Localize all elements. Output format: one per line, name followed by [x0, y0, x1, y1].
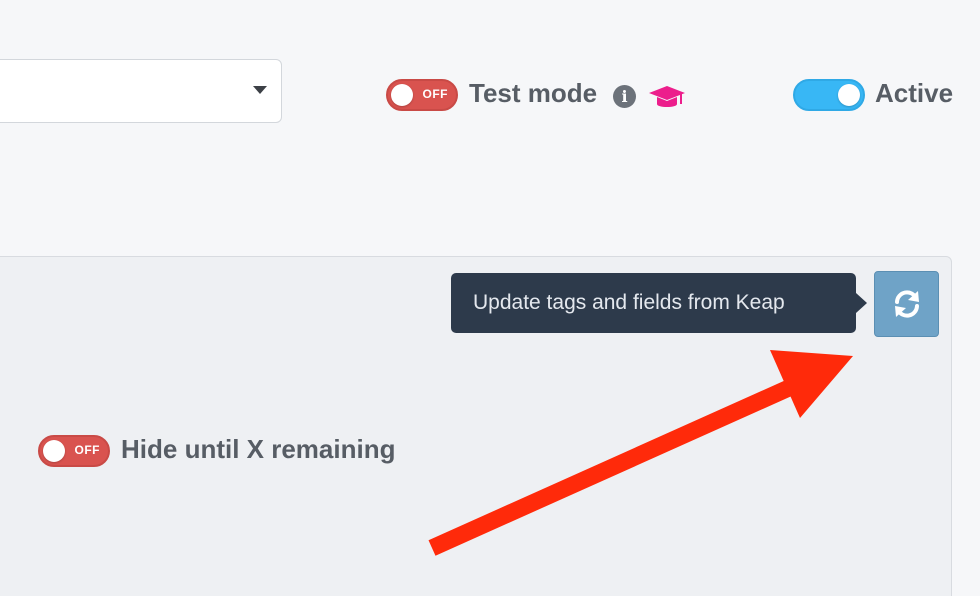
tooltip-arrow — [856, 293, 867, 313]
info-icon[interactable]: i — [613, 85, 636, 108]
test-mode-toggle-text: OFF — [422, 87, 448, 101]
test-mode-toggle[interactable]: OFF — [386, 79, 458, 111]
active-label: Active — [875, 78, 954, 108]
hide-until-label: Hide until X remaining — [121, 434, 396, 464]
hide-until-toggle-text: OFF — [74, 443, 100, 457]
tooltip-text: Update tags and fields from Keap — [473, 291, 785, 314]
page: OFF Test mode i Active Update tags and f… — [0, 0, 980, 596]
select-dropdown[interactable] — [0, 59, 282, 123]
refresh-button[interactable] — [874, 271, 939, 337]
toggle-knob — [838, 84, 860, 106]
refresh-tooltip: Update tags and fields from Keap — [451, 273, 856, 333]
test-mode-label: Test mode — [469, 78, 598, 108]
caret-down-icon[interactable] — [253, 86, 267, 94]
graduation-cap-icon[interactable] — [649, 82, 685, 112]
hide-until-toggle[interactable]: OFF — [38, 435, 110, 467]
toggle-knob — [43, 440, 65, 462]
toggle-knob — [391, 84, 413, 106]
active-toggle[interactable] — [793, 79, 865, 111]
refresh-icon — [895, 290, 919, 318]
